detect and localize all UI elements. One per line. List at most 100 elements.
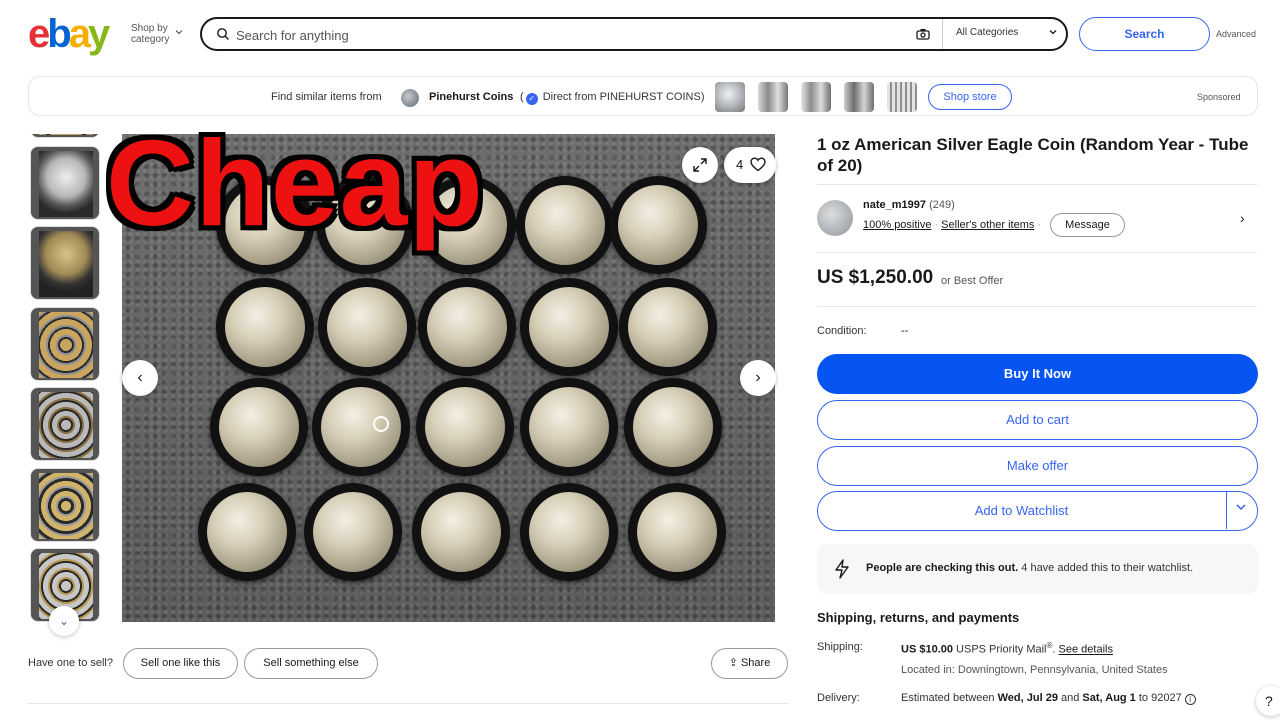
watch-count: 4 [736,157,744,172]
previous-image-button[interactable]: ‹ [122,360,158,396]
sell-question: Have one to sell? [28,657,113,669]
chevron-right-icon: › [755,369,761,386]
advanced-search-link[interactable]: Advanced [1216,29,1256,39]
overlay-text-cheap: Cheap [106,115,484,251]
search-input[interactable] [236,25,896,45]
sell-something-else-button[interactable]: Sell something else [244,648,378,679]
expand-icon [693,158,707,172]
divider [817,252,1257,253]
chevron-down-icon [175,30,183,35]
camera-icon[interactable] [916,28,930,40]
delivery-estimate: Estimated between Wed, Jul 29 and Sat, A… [901,692,1196,705]
direct-from-store: (✓ Direct from PINEHURST COINS) [520,91,705,105]
chevron-right-icon[interactable]: › [1240,210,1245,226]
message-seller-button[interactable]: Message [1050,213,1125,237]
chevron-left-icon: ‹ [137,369,143,386]
watchlist-notice: People are checking this out. 4 have add… [817,544,1258,594]
coin [198,483,296,581]
coin [416,378,514,476]
divider [28,703,788,704]
gallery-thumbnail[interactable] [30,307,100,381]
store-avatar[interactable] [401,89,419,107]
make-offer-button[interactable]: Make offer [817,446,1258,486]
promo-find-text: Find similar items from [271,91,382,103]
watch-count-button[interactable]: 4 [724,147,776,183]
seller-feedback-count: (249) [929,199,955,211]
item-location: Located in: Downingtown, Pennsylvania, U… [901,664,1168,676]
divider [817,306,1257,307]
shipping-label: Shipping: [817,641,863,653]
category-select[interactable]: All Categories [956,27,1018,38]
listing-title: 1 oz American Silver Eagle Coin (Random … [817,135,1249,175]
info-icon[interactable]: i [1184,694,1196,705]
promo-item-thumbnail[interactable] [887,82,917,112]
share-button[interactable]: ⇪ Share [711,648,788,679]
verified-check-icon: ✓ [525,93,538,105]
best-offer-text: or Best Offer [941,275,1004,287]
coin [628,483,726,581]
heart-icon [750,157,766,172]
shipping-heading: Shipping, returns, and payments [817,610,1020,625]
coin [520,278,618,376]
seller-info[interactable]: nate_m1997 (249) [863,199,955,211]
zoom-icon [373,416,389,432]
shop-by-category[interactable]: Shop by category [131,23,169,45]
add-to-cart-button[interactable]: Add to cart [817,400,1258,440]
coin [216,278,314,376]
coin [304,483,402,581]
expand-image-button[interactable] [682,147,718,183]
gallery-thumbnail[interactable] [30,468,100,542]
sellers-other-items-link[interactable]: Seller's other items [941,219,1034,231]
see-details-link[interactable]: See details [1059,644,1113,656]
thumbnails-scroll-down-button[interactable]: ⌄ [49,606,79,636]
promo-item-thumbnail[interactable] [801,82,831,112]
sell-one-like-this-button[interactable]: Sell one like this [123,648,238,679]
share-icon: ⇪ [728,657,738,669]
sponsored-label: Sponsored [1197,92,1241,102]
coin [318,278,416,376]
seller-name: nate_m1997 [863,199,926,211]
coin [609,176,707,274]
coin [520,483,618,581]
divider [817,184,1257,185]
buy-it-now-button[interactable]: Buy It Now [817,354,1258,394]
search-bar: All Categories [200,17,1068,51]
chevron-down-icon: ⌄ [58,614,70,628]
promo-item-thumbnail[interactable] [758,82,788,112]
coin [520,378,618,476]
help-button[interactable]: ? [1256,686,1280,716]
lightning-icon [835,559,849,579]
coin [210,378,308,476]
delivery-label: Delivery: [817,692,860,704]
condition-label: Condition: [817,325,867,337]
coin [619,278,717,376]
add-to-watchlist-button[interactable]: Add to Watchlist [817,491,1258,531]
seller-avatar[interactable] [817,200,853,236]
seller-links: 100% positive · Seller's other items · [863,219,1042,231]
coin [312,378,410,476]
price: US $1,250.00 [817,267,934,288]
coin [412,483,510,581]
gallery-thumbnail[interactable] [30,226,100,300]
divider [942,19,943,49]
chevron-down-icon [1049,30,1057,35]
search-icon [217,28,229,40]
promo-item-thumbnail[interactable] [844,82,874,112]
positive-feedback-link[interactable]: 100% positive [863,219,932,231]
chevron-down-icon[interactable] [1234,500,1248,514]
coin [516,176,614,274]
divider [1226,491,1227,529]
shop-store-button[interactable]: Shop store [928,84,1012,110]
gallery-thumbnail[interactable] [30,134,100,138]
gallery-thumbnail[interactable] [30,146,100,220]
next-image-button[interactable]: › [740,360,776,396]
coin [418,278,516,376]
ebay-logo[interactable]: ebay [28,12,110,56]
gallery-thumbnail[interactable] [30,387,100,461]
promo-item-thumbnail[interactable] [715,82,745,112]
store-name-link[interactable]: Pinehurst Coins [429,91,513,103]
search-button[interactable]: Search [1079,17,1210,51]
coin [624,378,722,476]
condition-value: -- [901,325,909,337]
shipping-value: US $10.00 USPS Priority Mail®. See detai… [901,641,1113,656]
